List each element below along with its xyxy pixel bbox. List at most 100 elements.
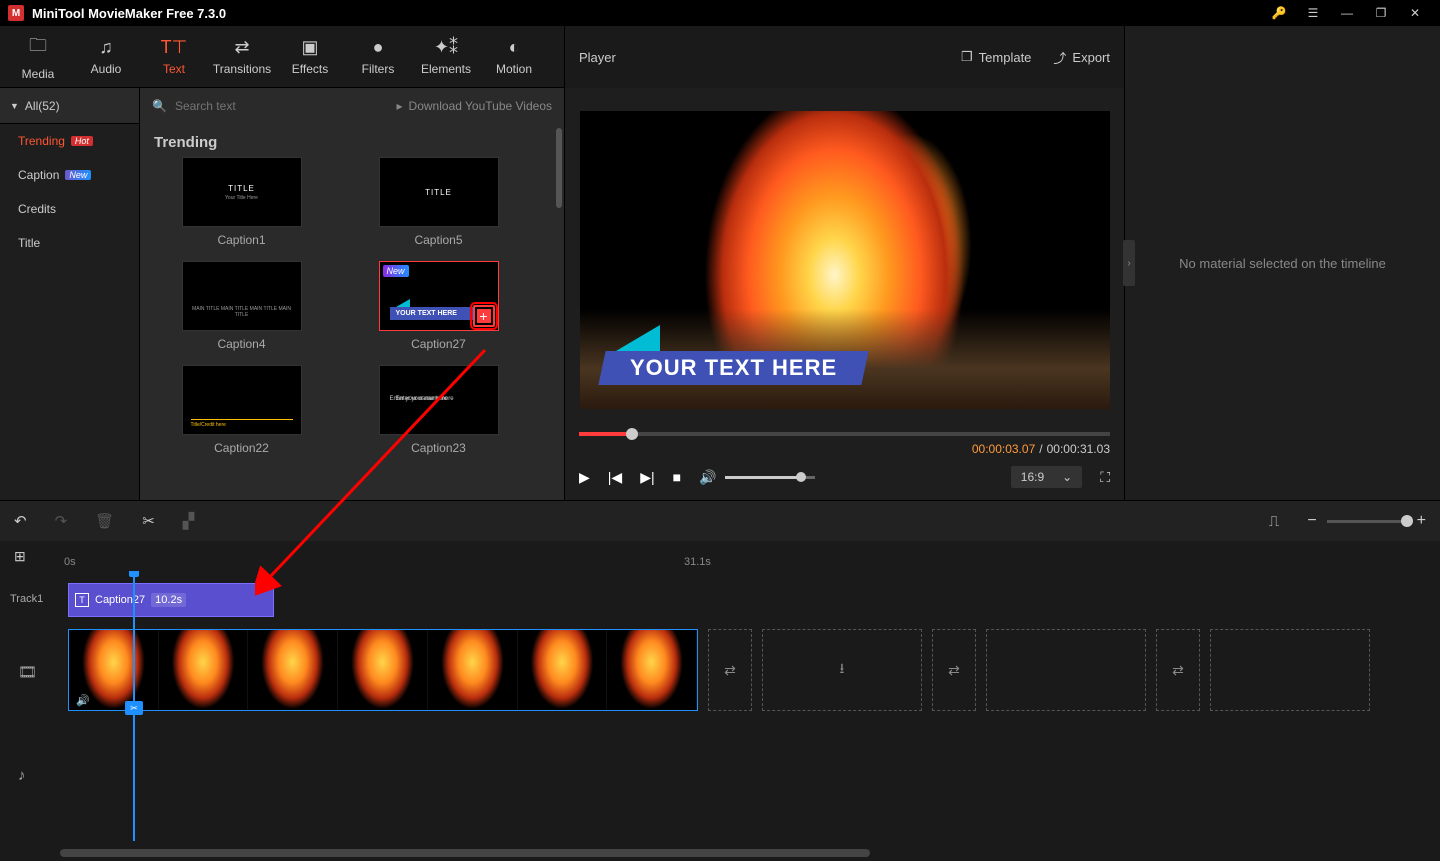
clip-placeholder[interactable]: ⭳	[762, 629, 922, 711]
zoom-slider[interactable]: − +	[1307, 512, 1426, 530]
tab-elements[interactable]: ✦⁑Elements	[412, 33, 480, 80]
search-input[interactable]	[175, 99, 389, 113]
play-button[interactable]: ▶	[579, 469, 590, 486]
title-bar: M MiniTool MovieMaker Free 7.3.0 🔑 ☰ — ❐…	[0, 0, 1440, 26]
prev-frame-button[interactable]: |◀	[608, 469, 622, 486]
time-current: 00:00:03.07	[972, 442, 1035, 456]
tab-audio[interactable]: ♫Audio	[72, 33, 140, 80]
audio-track-icon: ♪	[18, 767, 26, 784]
clip-placeholder[interactable]	[1210, 629, 1370, 711]
scrubber-handle[interactable]	[626, 428, 638, 440]
tab-motion[interactable]: ◐Motion	[480, 33, 548, 80]
tab-effects[interactable]: ▣Effects	[276, 33, 344, 80]
inspector-empty-label: No material selected on the timeline	[1179, 256, 1386, 271]
app-logo: M	[8, 5, 24, 21]
timeline-panel: ↶ ↷ 🗑 ✂ ▞ ⎍ − + ⊞ 0s 31.1s ✂ Track1 T Ca…	[0, 500, 1440, 861]
zoom-in-button[interactable]: +	[1417, 512, 1426, 530]
transition-icon: ⇄	[234, 37, 249, 58]
category-all[interactable]: ▼All(52)	[0, 88, 139, 124]
split-marker-icon[interactable]: ✂	[125, 701, 143, 715]
hot-badge: Hot	[71, 136, 93, 146]
youtube-icon: ▸	[397, 99, 403, 113]
tab-text[interactable]: T⊤Text	[140, 33, 208, 80]
search-icon: 🔍	[152, 99, 167, 113]
collapse-panel-button[interactable]: ›	[1123, 240, 1135, 286]
transition-placeholder[interactable]: ⇄	[708, 629, 752, 711]
redo-button[interactable]: ↷	[55, 512, 68, 530]
time-total: 00:00:31.03	[1047, 442, 1110, 456]
audio-track[interactable]	[68, 757, 1432, 793]
tab-media[interactable]: 🗀Media	[4, 29, 72, 85]
clip-placeholder[interactable]	[986, 629, 1146, 711]
main-tabs: 🗀Media ♫Audio T⊤Text ⇄Transitions ▣Effec…	[0, 26, 564, 88]
undo-button[interactable]: ↶	[14, 512, 27, 530]
clip-audio-icon[interactable]: 🔊	[73, 693, 93, 708]
thumb-caption1[interactable]: TITLE Your Title Here Caption1	[154, 157, 329, 247]
maximize-button[interactable]: ❐	[1364, 0, 1398, 26]
stop-button[interactable]: ■	[673, 469, 681, 485]
crop-button[interactable]: ▞	[183, 512, 195, 530]
template-icon: ❒	[961, 49, 973, 65]
menu-icon[interactable]: ☰	[1296, 0, 1330, 26]
scrubber[interactable]	[579, 432, 1110, 436]
new-badge: New	[65, 170, 91, 180]
volume-knob[interactable]	[796, 472, 806, 482]
upgrade-icon[interactable]: 🔑	[1262, 0, 1296, 26]
thumb-caption4[interactable]: MAIN TITLE MAIN TITLE MAIN TITLE MAIN TI…	[154, 261, 329, 351]
export-button[interactable]: ⤴Export	[1053, 48, 1110, 67]
fullscreen-button[interactable]: ⛶	[1100, 469, 1110, 486]
next-frame-button[interactable]: ▶|	[640, 469, 654, 486]
thumb-caption23[interactable]: Enter your name hereEnter your name here…	[351, 365, 526, 455]
snap-button[interactable]: ⎍	[1269, 513, 1280, 530]
chevron-down-icon: ▼	[10, 101, 19, 111]
add-to-timeline-button[interactable]: +	[473, 305, 495, 327]
thumb-caption27[interactable]: New YOUR TEXT HERE + Caption27	[351, 261, 526, 351]
template-button[interactable]: ❒Template	[961, 49, 1031, 65]
delete-button[interactable]: 🗑	[95, 512, 114, 530]
text-clip-icon: T	[75, 593, 89, 607]
category-sidebar: ▼All(52) TrendingHot CaptionNew Credits …	[0, 88, 140, 500]
chevron-down-icon: ⌄	[1062, 470, 1072, 484]
export-icon: ⤴	[1053, 48, 1066, 67]
clip-duration: 10.2s	[151, 593, 186, 607]
tab-transitions[interactable]: ⇄Transitions	[208, 33, 276, 80]
download-youtube-button[interactable]: ▸ Download YouTube Videos	[397, 99, 552, 113]
preview-viewport[interactable]: YOUR TEXT HERE	[580, 111, 1110, 409]
caption-clip[interactable]: T Caption27 10.2s	[68, 583, 274, 617]
library-scrollbar[interactable]	[556, 128, 562, 208]
thumb-caption5[interactable]: TITLE Caption5	[351, 157, 526, 247]
zoom-out-button[interactable]: −	[1307, 512, 1316, 530]
add-track-button[interactable]: ⊞	[14, 548, 36, 565]
motion-icon: ◐	[509, 37, 520, 58]
minimize-button[interactable]: —	[1330, 0, 1364, 26]
app-title: MiniTool MovieMaker Free 7.3.0	[32, 6, 226, 21]
folder-icon: 🗀	[29, 33, 47, 63]
aspect-ratio-select[interactable]: 16:9⌄	[1011, 466, 1082, 488]
track1-label: Track1	[10, 593, 43, 605]
elements-icon: ✦⁑	[434, 37, 458, 58]
timeline-tracks[interactable]: ✂ Track1 T Caption27 10.2s 🎞 🔊 ⇄ ⭳ ⇄ ⇄ ♪	[0, 571, 1440, 861]
split-button[interactable]: ✂	[142, 512, 155, 530]
volume-icon[interactable]: 🔊	[699, 469, 716, 486]
transition-placeholder[interactable]: ⇄	[1156, 629, 1200, 711]
close-button[interactable]: ✕	[1398, 0, 1432, 26]
category-title[interactable]: Title	[0, 226, 139, 260]
playhead[interactable]: ✂	[133, 571, 135, 841]
player-panel: Player ❒Template ⤴Export YOUR TEXT HERE …	[565, 26, 1125, 500]
timeline-scrollbar[interactable]	[60, 849, 870, 857]
library-content: 🔍 ▸ Download YouTube Videos Trending TIT…	[140, 88, 564, 500]
volume-slider[interactable]	[725, 476, 815, 479]
category-trending[interactable]: TrendingHot	[0, 124, 139, 158]
text-overlay: YOUR TEXT HERE	[602, 325, 865, 385]
text-icon: T⊤	[161, 37, 188, 58]
category-credits[interactable]: Credits	[0, 192, 139, 226]
transition-placeholder[interactable]: ⇄	[932, 629, 976, 711]
video-clip[interactable]: 🔊	[68, 629, 698, 711]
tab-filters[interactable]: ●Filters	[344, 33, 412, 80]
library-panel: 🗀Media ♫Audio T⊤Text ⇄Transitions ▣Effec…	[0, 26, 565, 500]
new-badge: New	[383, 265, 409, 277]
thumb-caption22[interactable]: Title/Credit here Caption22	[154, 365, 329, 455]
category-caption[interactable]: CaptionNew	[0, 158, 139, 192]
music-icon: ♫	[99, 37, 113, 58]
video-track-icon: 🎞	[18, 663, 37, 681]
